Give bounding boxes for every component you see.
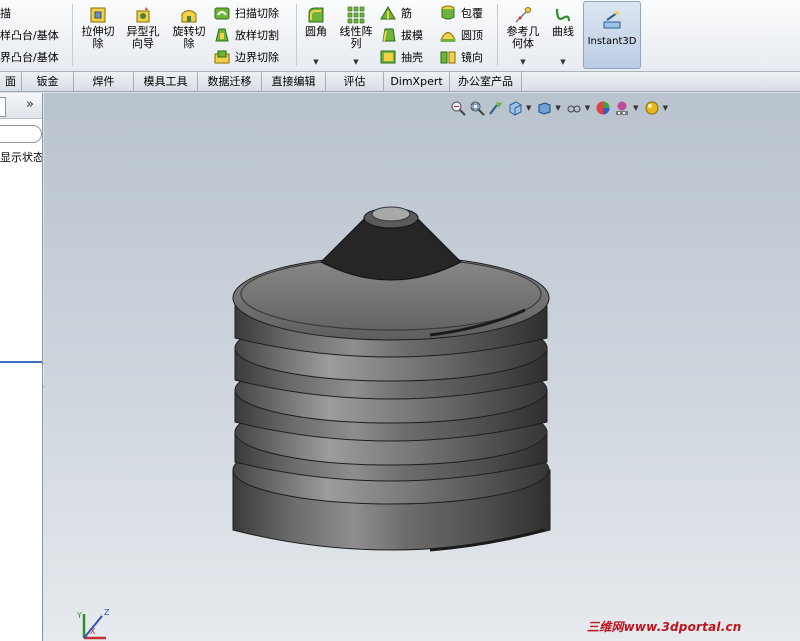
- features-column-b: 包覆 圆顶 镜向: [440, 2, 483, 68]
- ribbon-separator: [497, 4, 498, 66]
- linear-pattern-button[interactable]: 线性阵 列 ▼: [336, 6, 376, 68]
- display-style-icon[interactable]: [536, 100, 552, 116]
- instant3d-button[interactable]: Instant3D: [583, 1, 641, 69]
- filter-field[interactable]: [0, 125, 42, 143]
- tab-mold-tools[interactable]: 模具工具: [134, 72, 198, 92]
- more-tabs-chevron-icon[interactable]: »: [26, 97, 34, 112]
- hide-show-dropdown-arrow[interactable]: ▼: [585, 104, 590, 112]
- shell-button[interactable]: 抽壳: [380, 46, 423, 68]
- wrap-icon: [441, 5, 455, 20]
- features-column-a: 筋 拔模 抽壳: [380, 2, 423, 68]
- rib-button[interactable]: 筋: [380, 2, 423, 24]
- swept-cut-button[interactable]: 扫描切除: [214, 2, 279, 24]
- mirror-icon: [440, 51, 456, 64]
- swept-cut-icon: [214, 7, 230, 20]
- zoom-to-fit-icon[interactable]: [450, 100, 466, 116]
- draft-icon: [382, 28, 396, 42]
- tab-office-products[interactable]: 办公室产品: [450, 72, 522, 92]
- reference-geometry-button[interactable]: 参考几 何体 ▼: [502, 6, 544, 68]
- tab-sheet-metal[interactable]: 钣金: [22, 72, 74, 92]
- boss-base-column: 描 样凸台/基体 界凸台/基体: [0, 2, 59, 68]
- dome-icon: [440, 32, 456, 42]
- boundary-cut-button[interactable]: 边界切除: [214, 46, 279, 68]
- tab-evaluate[interactable]: 评估: [326, 72, 384, 92]
- tab-dimxpert[interactable]: DimXpert: [384, 72, 450, 92]
- revolved-cut-button[interactable]: 旋转切 除: [168, 6, 210, 50]
- boundary-boss-item[interactable]: 界凸台/基体: [0, 46, 59, 68]
- wrap-button[interactable]: 包覆: [440, 2, 483, 24]
- panel-header: »: [0, 93, 42, 119]
- view-settings-dropdown-arrow[interactable]: ▼: [663, 104, 668, 112]
- previous-view-icon[interactable]: [488, 100, 504, 116]
- mirror-button[interactable]: 镜向: [440, 46, 483, 68]
- hole-wizard-button[interactable]: 异型孔 向导: [122, 6, 164, 50]
- command-manager-tabs: 面 钣金 焊件 模具工具 数据迁移 直接编辑 评估 DimXpert 办公室产品: [0, 72, 800, 92]
- reference-geometry-icon: [515, 7, 531, 23]
- tab-surfaces[interactable]: 面: [0, 72, 22, 92]
- lofted-cut-icon: [215, 28, 229, 42]
- view-settings-icon[interactable]: [644, 100, 660, 116]
- display-state-label: 显示状态: [0, 151, 43, 164]
- extruded-cut-button[interactable]: 拉伸切 除: [78, 6, 118, 50]
- panel-divider: [0, 361, 42, 363]
- fillet-dropdown-arrow[interactable]: ▼: [300, 56, 332, 68]
- triad-y-label: Y: [76, 611, 82, 620]
- ribbon-separator: [72, 4, 73, 66]
- cut-column: 扫描切除 放样切割 边界切除: [214, 2, 279, 68]
- reference-triad: X Y Z: [76, 608, 110, 640]
- lofted-boss-item[interactable]: 样凸台/基体: [0, 24, 59, 46]
- tab-data-migration[interactable]: 数据迁移: [198, 72, 262, 92]
- reference-geometry-dropdown-arrow[interactable]: ▼: [502, 56, 544, 68]
- display-style-dropdown-arrow[interactable]: ▼: [555, 104, 560, 112]
- command-manager-ribbon: 描 样凸台/基体 界凸台/基体 拉伸切 除 异型孔 向导 旋转切 除 扫描切除 …: [0, 0, 800, 72]
- triad-z-label: Z: [104, 608, 110, 617]
- dome-button[interactable]: 圆顶: [440, 24, 483, 46]
- rib-icon: [380, 6, 396, 20]
- panel-tab[interactable]: [0, 97, 6, 117]
- revolved-cut-icon: [181, 10, 197, 23]
- ribbon-separator: [296, 4, 297, 66]
- view-orientation-dropdown-arrow[interactable]: ▼: [526, 104, 531, 112]
- scene-dropdown-arrow[interactable]: ▼: [633, 104, 638, 112]
- edit-appearance-icon[interactable]: [595, 100, 611, 116]
- apply-scene-icon[interactable]: [614, 100, 630, 116]
- threaded-cap-model[interactable]: [225, 200, 565, 590]
- lofted-cut-button[interactable]: 放样切割: [214, 24, 279, 46]
- linear-pattern-icon: [347, 6, 365, 24]
- boundary-cut-icon: [214, 50, 230, 64]
- extruded-cut-icon: [90, 7, 106, 23]
- section-view-icon[interactable]: [507, 100, 523, 116]
- curves-button[interactable]: 曲线 ▼: [548, 6, 578, 68]
- fillet-icon: [308, 7, 324, 23]
- curves-dropdown-arrow[interactable]: ▼: [548, 56, 578, 68]
- watermark-text: 三维网www.3dportal.cn: [587, 620, 742, 634]
- instant3d-icon: [603, 11, 621, 29]
- hole-wizard-icon: [136, 7, 150, 23]
- hide-show-items-icon[interactable]: [566, 100, 582, 116]
- draft-button[interactable]: 拔模: [380, 24, 423, 46]
- tab-weldments[interactable]: 焊件: [74, 72, 134, 92]
- shell-icon: [380, 50, 396, 64]
- tab-direct-editing[interactable]: 直接编辑: [262, 72, 326, 92]
- swept-boss-item[interactable]: 描: [0, 2, 59, 24]
- fillet-button[interactable]: 圆角 ▼: [300, 6, 332, 68]
- feature-manager-panel: » 显示状态: [0, 93, 43, 641]
- heads-up-view-toolbar: ▼ ▼ ▼ ▼ ▼: [450, 98, 670, 118]
- curves-icon: [555, 8, 571, 22]
- pattern-dropdown-arrow[interactable]: ▼: [336, 56, 376, 68]
- zoom-to-area-icon[interactable]: [469, 100, 485, 116]
- triad-x-label: X: [90, 627, 96, 636]
